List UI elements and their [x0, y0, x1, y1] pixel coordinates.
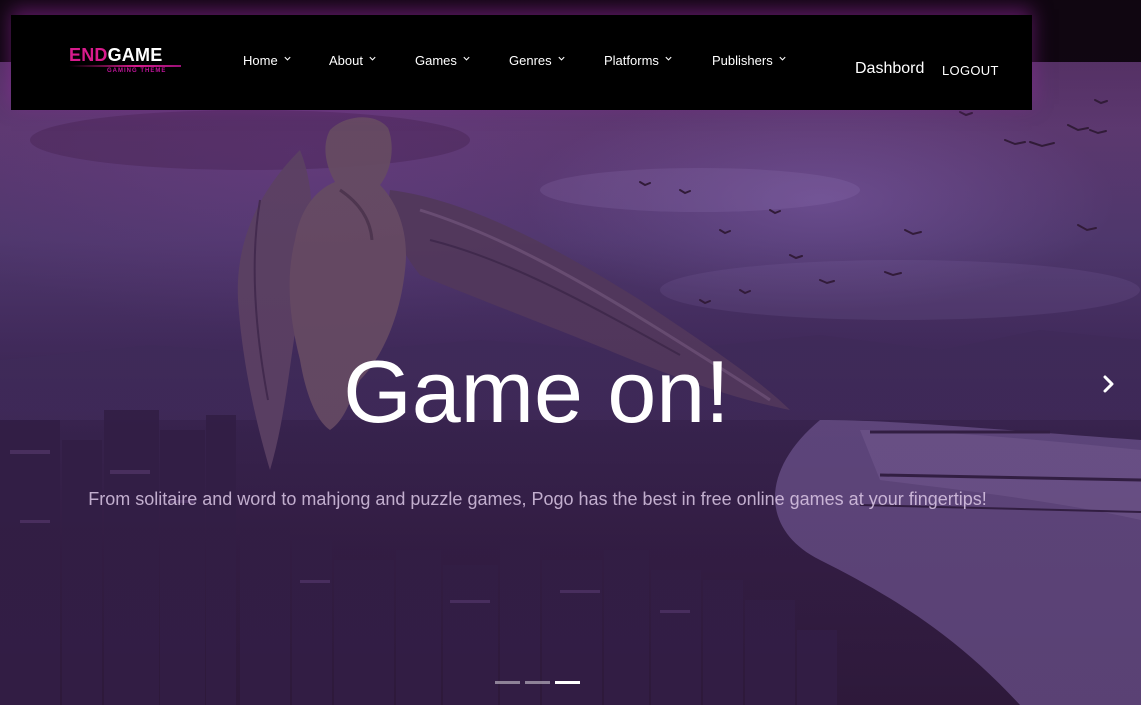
navbar: ENDGAME GAMING THEME Home About Games Ge… — [11, 15, 1032, 110]
brand-name: ENDGAME — [69, 45, 181, 65]
brand-logo[interactable]: ENDGAME GAMING THEME — [69, 45, 181, 89]
nav-item-games[interactable]: Games — [415, 53, 471, 68]
hero-description: From solitaire and word to mahjong and p… — [88, 489, 987, 509]
carousel-indicator-3[interactable] — [555, 681, 580, 684]
nav-item-label: Platforms — [604, 53, 659, 68]
carousel-indicators — [495, 681, 580, 684]
nav-item-label: Games — [415, 53, 457, 68]
chevron-down-icon — [558, 56, 565, 61]
carousel-next-button[interactable] — [1100, 373, 1118, 395]
nav-item-label: Genres — [509, 53, 552, 68]
brand-underline — [69, 65, 181, 67]
chevron-down-icon — [369, 56, 376, 61]
nav-item-label: Publishers — [712, 53, 773, 68]
nav-item-platforms[interactable]: Platforms — [604, 53, 673, 68]
dashboard-link[interactable]: Dashbord — [855, 60, 924, 78]
carousel-indicator-2[interactable] — [525, 681, 550, 684]
hero-heading: Game on! — [343, 342, 730, 441]
carousel-indicator-1[interactable] — [495, 681, 520, 684]
brand-tagline: GAMING THEME — [107, 68, 167, 74]
chevron-right-icon — [1103, 375, 1114, 393]
brand-name-game: GAME — [107, 45, 163, 65]
nav-item-label: Home — [243, 53, 278, 68]
chevron-down-icon — [463, 56, 470, 61]
nav-item-publishers[interactable]: Publishers — [712, 53, 787, 68]
logout-button[interactable]: LOGOUT — [942, 63, 999, 78]
brand-name-end: END — [69, 45, 108, 65]
nav-item-about[interactable]: About — [329, 53, 377, 68]
chevron-down-icon — [779, 56, 786, 61]
nav-item-genres[interactable]: Genres — [509, 53, 566, 68]
nav-item-home[interactable]: Home — [243, 53, 292, 68]
chevron-down-icon — [284, 56, 291, 61]
chevron-down-icon — [665, 56, 672, 61]
nav-item-label: About — [329, 53, 363, 68]
